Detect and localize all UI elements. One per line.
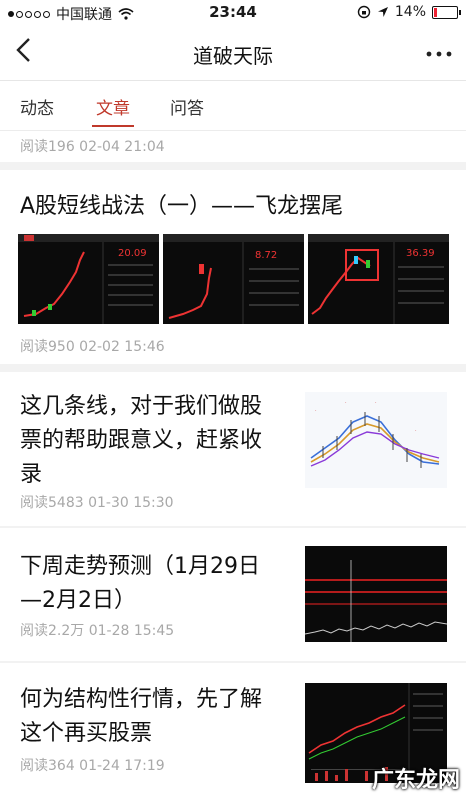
article-meta: 阅读364 01-24 17:19 <box>20 758 165 774</box>
article-title: 下周走势预测（1月29日 —2月2日） <box>20 550 260 618</box>
tab-label: 问答 <box>170 99 204 119</box>
tab-label: 动态 <box>20 99 54 119</box>
list-item[interactable]: 下周走势预测（1月29日 —2月2日） 阅读2.2万 01-28 15:45 <box>0 528 466 658</box>
page-title: 道破天际 <box>193 44 273 68</box>
battery-percent: 14% <box>394 4 426 20</box>
list-item[interactable]: A股短线战法（一）——飞龙摆尾 20.09 8.72 36.39 阅读950 0… <box>0 170 466 360</box>
list-item[interactable]: 阅读196 02-04 21:04 <box>0 131 466 161</box>
status-bar: 中国联通 23:44 14% <box>0 0 466 26</box>
article-title: A股短线战法（一）——飞龙摆尾 <box>20 194 344 219</box>
svg-text:20.09: 20.09 <box>118 248 147 259</box>
article-image: 36.39 <box>308 234 449 324</box>
article-meta: 阅读950 02-02 15:46 <box>20 339 165 355</box>
title-line: 这个再买股票 <box>20 721 153 746</box>
title-line: 录 <box>20 462 43 487</box>
location-icon <box>377 7 388 17</box>
tab-articles[interactable]: 文章 <box>92 94 134 127</box>
nav-bar: 道破天际 <box>0 26 466 81</box>
title-line: 这几条线，对于我们做股 <box>20 394 263 419</box>
watermark: 广东龙网 <box>371 768 460 793</box>
more-button[interactable] <box>426 39 452 64</box>
article-meta: 阅读5483 01-30 15:30 <box>20 495 174 511</box>
article-image <box>305 546 447 642</box>
title-line: —2月2日） <box>20 588 136 613</box>
article-title: 何为结构性行情，先了解 这个再买股票 <box>20 683 262 751</box>
tab-underline <box>92 125 134 127</box>
list-item[interactable]: 这几条线，对于我们做股 票的帮助跟意义，赶紧收 录 · · · · 阅读5483 01… <box>0 372 466 528</box>
tab-label: 文章 <box>96 99 130 119</box>
battery-icon <box>432 5 461 19</box>
tab-dynamics[interactable]: 动态 <box>20 94 54 119</box>
article-meta: 阅读2.2万 01-28 15:45 <box>20 623 175 639</box>
svg-text:8.72: 8.72 <box>255 250 277 261</box>
rotation-lock-icon <box>357 5 371 19</box>
title-line: 下周走势预测（1月29日 <box>20 554 260 579</box>
title-line: 何为结构性行情，先了解 <box>20 687 263 712</box>
tab-bar: 动态 文章 问答 <box>0 80 466 131</box>
divider <box>0 364 466 372</box>
article-image: 8.72 <box>163 234 304 324</box>
title-line: 票的帮助跟意义，赶紧收 <box>20 428 263 453</box>
article-image: · · · · <box>305 392 447 488</box>
article-image: 20.09 <box>18 234 159 324</box>
tab-qa[interactable]: 问答 <box>170 94 204 119</box>
svg-text:36.39: 36.39 <box>406 248 435 259</box>
divider <box>0 162 466 170</box>
article-meta: 阅读196 02-04 21:04 <box>20 139 165 155</box>
ellipsis-icon <box>426 51 452 57</box>
article-title: 这几条线，对于我们做股 票的帮助跟意义，赶紧收 录 <box>20 390 262 492</box>
